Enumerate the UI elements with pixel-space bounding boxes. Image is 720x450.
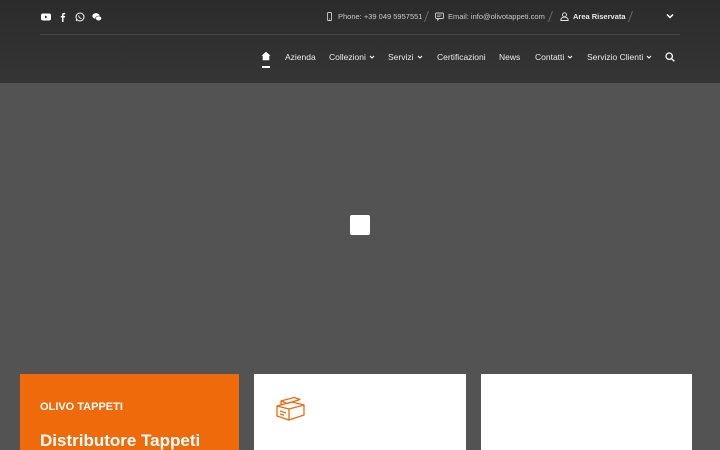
chevron-down-icon (646, 55, 652, 59)
site-header: Phone: +39 049 5957551 Email: info@olivo… (0, 0, 720, 83)
phone-icon (327, 11, 332, 21)
intro-card: OLIVO TAPPETI Distributore Tappeti (20, 374, 239, 450)
whatsapp-icon[interactable] (74, 10, 85, 24)
reserved-area-label: Area Riservata (573, 11, 626, 21)
nav-label: Servizio Clienti (587, 52, 644, 62)
divider (547, 11, 554, 22)
nav-label: Certificazioni (437, 52, 486, 62)
wechat-icon[interactable] (91, 10, 102, 24)
card-title: Distributore Tappeti (40, 431, 201, 450)
nav-label: Contatti (535, 52, 565, 62)
service-card (254, 374, 466, 450)
nav-label: Collezioni (329, 52, 366, 62)
divider (627, 11, 634, 22)
nav-item-news[interactable]: News (499, 47, 520, 67)
loading-spinner (350, 215, 370, 235)
nav-label: Azienda (285, 52, 316, 62)
chevron-down-icon[interactable] (664, 10, 676, 22)
box-icon (276, 396, 305, 421)
nav-item-servizio-clienti[interactable]: Servizio Clienti (587, 47, 652, 67)
active-indicator (262, 66, 270, 68)
chevron-down-icon (417, 55, 422, 59)
header-divider (40, 34, 680, 35)
reserved-area-link[interactable]: Area Riservata (560, 0, 626, 32)
nav-item-azienda[interactable]: Azienda (285, 47, 316, 67)
email-text: Email: info@olivotappeti.com (448, 11, 545, 21)
divider (423, 11, 430, 22)
phone-text: Phone: +39 049 5957551 (338, 11, 423, 21)
youtube-icon[interactable] (40, 10, 51, 24)
card-kicker: OLIVO TAPPETI (40, 401, 123, 413)
phone-contact[interactable]: Phone: +39 049 5957551 (325, 0, 422, 32)
nav-label: Servizi (388, 52, 414, 62)
service-card (481, 374, 692, 450)
social-links (40, 10, 102, 24)
nav-item-contatti[interactable]: Contatti (535, 47, 573, 67)
nav-item-servizi[interactable]: Servizi (388, 47, 423, 67)
facebook-icon[interactable] (57, 10, 68, 24)
home-icon[interactable] (261, 51, 271, 61)
chat-icon (435, 12, 444, 21)
email-contact[interactable]: Email: info@olivotappeti.com (435, 0, 545, 32)
user-icon (560, 11, 569, 21)
search-icon[interactable] (665, 52, 675, 62)
nav-item-certificazioni[interactable]: Certificazioni (437, 47, 486, 67)
chevron-down-icon (567, 55, 573, 59)
chevron-down-icon (369, 55, 375, 59)
nav-item-collezioni[interactable]: Collezioni (329, 47, 375, 67)
nav-label: News (499, 52, 521, 62)
